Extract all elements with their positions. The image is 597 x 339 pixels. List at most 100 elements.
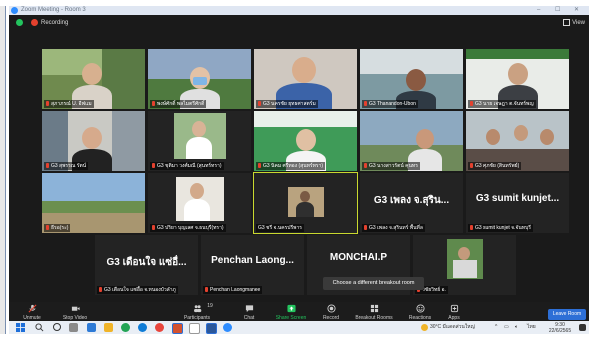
muted-mic-icon [46, 163, 49, 168]
video-tile[interactable]: G3 ชุติมา วงศ์มณี (สุนทร์ทรา) [148, 111, 251, 171]
search-icon[interactable] [35, 323, 44, 332]
security-shield-icon[interactable] [16, 19, 23, 26]
task-view-icon[interactable] [69, 323, 78, 332]
video-tile[interactable]: G3 สุพรรณ รัตน์ [42, 111, 145, 171]
chat-bubble-icon [245, 305, 253, 313]
recording-icon [31, 19, 38, 26]
muted-mic-icon [470, 225, 473, 230]
line-app-icon[interactable] [121, 323, 130, 332]
video-tile[interactable]: G3 นครชัย ยุทธศาสตร์ม [254, 49, 357, 109]
participant-name: G3 นิคม ศรีทอง (สุนทร์ทรา) [256, 162, 326, 170]
reactions-button[interactable]: Reactions [405, 304, 435, 321]
share-screen-button[interactable]: Share Screen [273, 304, 309, 321]
edge-icon[interactable] [138, 323, 147, 332]
video-tile[interactable]: G3 ศุภชัย (สินทรัพย์) [466, 111, 569, 171]
video-tile[interactable]: G3 นิคม ศรีทอง (สุนทร์ทรา) [254, 111, 357, 171]
view-label: View [572, 20, 585, 26]
participant-name: G3 เดือนใจ แซ่อื้อ จ.หนองบัวลำภู [97, 286, 178, 294]
participant-display-name: G3 เพลง จ.สุริน... [373, 195, 450, 206]
video-tile[interactable]: ธีรอ(ระ) [42, 173, 145, 233]
muted-mic-icon [99, 287, 102, 292]
stop-video-button[interactable]: Stop Video [58, 304, 92, 321]
mail-icon[interactable] [87, 323, 96, 332]
participant-name: G3 ปริยา บุญเลศ จ.ธนบุรี(ทรา) [150, 224, 226, 232]
file-explorer-icon[interactable] [104, 323, 113, 332]
video-tile[interactable]: G3 ปริยา บุญเลศ จ.ธนบุรี(ทรา) [148, 173, 251, 233]
pdf-reader-icon[interactable] [189, 323, 200, 334]
minimize-button[interactable]: – [537, 6, 540, 15]
muted-mic-icon [470, 101, 473, 106]
breakout-rooms-button[interactable]: Breakout Rooms [351, 304, 397, 321]
breakout-rooms-icon [370, 304, 378, 313]
volume-icon[interactable]: 🔈︎ [515, 321, 518, 334]
video-tile[interactable]: สุภาภรณ์ U. อีฟแม [42, 49, 145, 109]
participant-name: G3 ศุภชัย (สินทรัพย์) [468, 162, 522, 170]
meeting-info-bar: Recording View [9, 16, 589, 30]
participant-name: G3 เพลง จ.สุรินทร์ พื้นที่ล [362, 224, 425, 232]
record-icon [326, 304, 336, 313]
zoom-taskbar-icon[interactable] [223, 323, 232, 332]
maximize-button[interactable]: ☐ [555, 6, 560, 15]
participant-name: G3 ชรี จ.นครปรีพาร [256, 224, 304, 232]
window-title: Zoom Meeting - Room 3 [21, 7, 86, 13]
participant-name: Penchan Laongmanee [203, 286, 263, 294]
notification-icon[interactable] [579, 324, 586, 331]
participant-name: ธีรอ(ระ) [44, 224, 71, 232]
chrome-icon[interactable] [155, 323, 164, 332]
video-tile[interactable]: Penchan Laong... Penchan Laongmanee [201, 235, 304, 295]
muted-mic-icon [258, 163, 261, 168]
participant-name: G3 นาย เจษฎา ต.จันทร์พญ [468, 100, 536, 108]
video-tile[interactable]: G3 เพลง จ.สุริน... G3 เพลง จ.สุรินทร์ พื… [360, 173, 463, 233]
record-button[interactable]: Record [320, 304, 342, 321]
video-tile[interactable]: G3 เดือนใจ แซ่อื่... G3 เดือนใจ แซ่อื้อ … [95, 235, 198, 295]
windows-start-icon[interactable] [16, 323, 25, 332]
video-tile[interactable]: G3 sumit kunjet... G3 sumit kunjet จ.จัน… [466, 173, 569, 233]
participants-icon [193, 305, 201, 313]
cortana-icon[interactable] [53, 323, 61, 331]
word-icon[interactable] [206, 323, 217, 334]
apps-button[interactable]: Apps [445, 304, 463, 321]
video-tile[interactable]: วิชัยวิทย์ อ. [413, 235, 516, 295]
muted-mic-icon [46, 225, 49, 230]
video-tile[interactable]: G3 นาย เจษฎา ต.จันทร์พญ [466, 49, 569, 109]
smiley-icon [415, 304, 425, 313]
tray-chevron-icon[interactable]: ^ [495, 321, 497, 334]
video-tile[interactable]: G3 Thanandon-Ubon [360, 49, 463, 109]
video-camera-icon [71, 306, 80, 311]
background-window-edge [0, 6, 6, 334]
chat-button[interactable]: Chat [239, 304, 259, 321]
video-tile[interactable]: G3 นางสาวรัตน์ คุนทร [360, 111, 463, 171]
participants-count: 19 [207, 303, 213, 309]
participant-display-name: G3 sumit kunjet... [475, 193, 560, 204]
zoom-logo-icon [11, 7, 18, 14]
muted-mic-icon [152, 101, 155, 106]
powerpoint-icon[interactable] [172, 323, 183, 334]
participant-name: G3 นางสาวรัตน์ คุนทร [362, 162, 420, 170]
view-button[interactable]: View [563, 18, 585, 28]
participant-display-name: MONCHAI.P [329, 252, 388, 263]
participant-name: สุภาภรณ์ U. อีฟแม [44, 100, 94, 108]
muted-mic-icon [46, 101, 49, 106]
participant-name: G3 สุพรรณ รัตน์ [44, 162, 89, 170]
video-tile[interactable]: พงษ์ศักดิ์ พลไมตรีศักดิ์ [148, 49, 251, 109]
participant-display-name: G3 เดือนใจ แซ่อื่... [106, 257, 187, 268]
close-button[interactable]: ✕ [574, 6, 579, 15]
leave-room-button[interactable]: Leave Room [548, 309, 586, 320]
input-language[interactable]: ไทย [527, 321, 536, 334]
video-tile-active-speaker[interactable]: G3 ชรี จ.นครปรีพาร [253, 172, 358, 234]
weather-label[interactable]: 30°C มีแดดส่วนใหญ่ [430, 321, 475, 334]
participant-display-name: Penchan Laong... [211, 255, 294, 266]
title-bar: Zoom Meeting - Room 3 – ☐ ✕ [9, 6, 589, 15]
weather-sun-icon[interactable] [421, 324, 428, 331]
breakout-room-tooltip: Choose a different breakout room [323, 277, 424, 290]
unmute-button[interactable]: Unmute [17, 304, 47, 321]
muted-mic-icon [364, 163, 367, 168]
participant-name: G3 Thanandon-Ubon [362, 100, 418, 108]
share-screen-icon [286, 304, 296, 313]
clock[interactable]: 9:30 22/6/2565 [547, 322, 573, 334]
muted-mic-icon [364, 101, 367, 106]
network-icon[interactable]: ▭ [504, 321, 509, 334]
muted-mic-icon [152, 225, 155, 230]
muted-mic-icon [28, 304, 36, 313]
participant-name: G3 sumit kunjet จ.จันทบุรี [468, 224, 533, 232]
